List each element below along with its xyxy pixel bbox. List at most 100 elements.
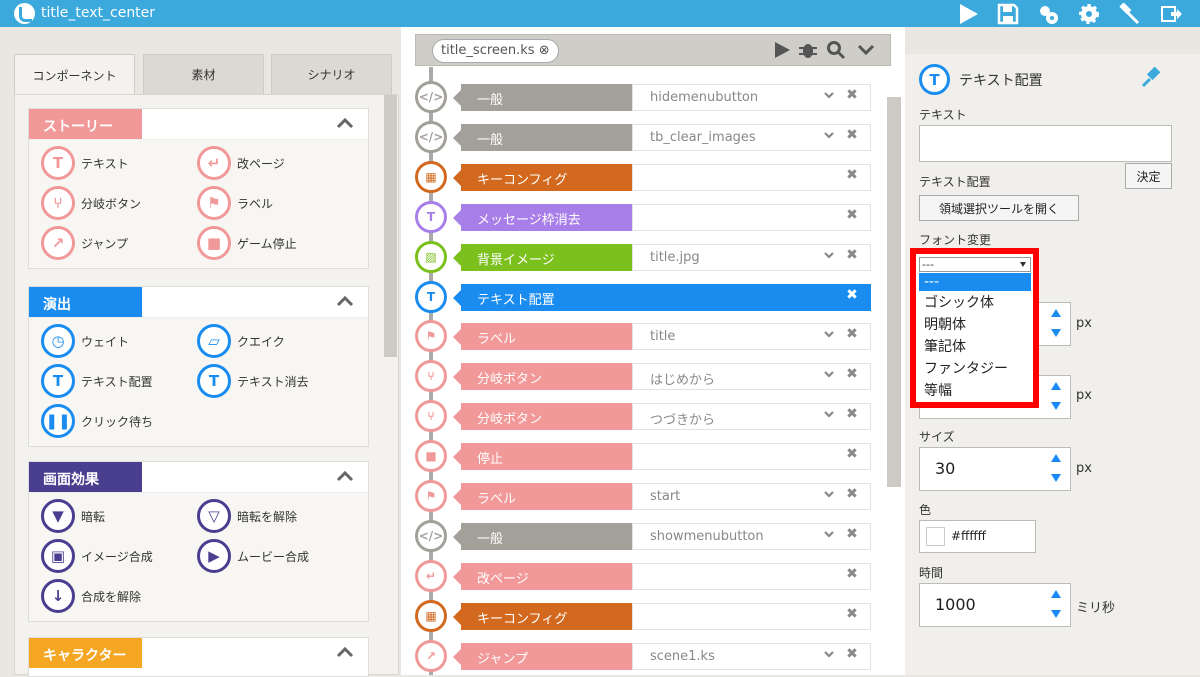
delete-icon[interactable]: ✖ [845, 326, 859, 342]
tag-value[interactable] [632, 283, 871, 311]
delete-icon[interactable]: ✖ [845, 526, 859, 542]
delete-icon[interactable]: ✖ [845, 207, 859, 223]
chevron-down-icon[interactable] [823, 89, 835, 101]
close-tab-icon[interactable]: ⊗ [539, 43, 550, 58]
delete-icon[interactable]: ✖ [845, 486, 859, 502]
delete-icon[interactable]: ✖ [845, 566, 859, 582]
component-composite-clear[interactable]: ↓ 合成を解除 [41, 579, 141, 613]
tag-value[interactable] [632, 562, 871, 590]
scenario-row[interactable]: ⑂ 分岐ボタン はじめから ✖ [415, 360, 871, 393]
tag-label[interactable]: ラベル [453, 323, 632, 351]
tag-label[interactable]: テキスト配置 [453, 283, 632, 311]
font-option[interactable]: --- [919, 273, 1031, 291]
scenario-row[interactable]: T メッセージ枠消去 ✖ [415, 200, 871, 233]
delete-icon[interactable]: ✖ [845, 87, 859, 103]
tag-label[interactable]: 分岐ボタン [453, 363, 632, 391]
delete-icon[interactable]: ✖ [845, 247, 859, 263]
component-text-placement[interactable]: T テキスト配置 [41, 364, 153, 398]
tag-value[interactable]: title [632, 323, 871, 351]
spin-up-icon[interactable] [1050, 307, 1062, 319]
component-quake[interactable]: ▱ クエイク [197, 324, 285, 358]
spin-up-icon[interactable] [1050, 588, 1062, 600]
component-game-stop[interactable]: ■ ゲーム停止 [197, 226, 297, 260]
spin-down-icon[interactable] [1050, 608, 1062, 620]
tag-value[interactable]: つづきから [632, 403, 871, 431]
chevron-up-icon[interactable] [336, 467, 354, 485]
color-swatch[interactable] [926, 527, 945, 546]
chevron-up-icon[interactable] [336, 114, 354, 132]
editor-scrollbar[interactable] [887, 97, 901, 487]
chevron-down-icon[interactable] [823, 648, 835, 660]
tag-label[interactable]: 改ページ [453, 562, 632, 590]
component-click-wait[interactable]: ❚❚ クリック待ち [41, 404, 153, 438]
chevron-up-icon[interactable] [336, 292, 354, 310]
tag-label[interactable]: 停止 [453, 443, 632, 471]
tag-value[interactable]: tb_clear_images [632, 123, 871, 151]
hammer-icon[interactable] [1116, 0, 1142, 27]
tag-value[interactable]: start [632, 483, 871, 510]
scenario-row[interactable]: </> 一般 showmenubutton ✖ [415, 519, 871, 552]
delete-icon[interactable]: ✖ [845, 646, 859, 662]
tag-value[interactable]: scene1.ks [632, 642, 871, 670]
component-wait[interactable]: ◷ ウェイト [41, 324, 129, 358]
chevron-down-icon[interactable] [823, 528, 835, 540]
chevron-down-icon[interactable] [823, 488, 835, 500]
search-icon[interactable] [826, 40, 846, 60]
tag-label[interactable]: 一般 [453, 123, 632, 151]
component-page-break[interactable]: ↵ 改ページ [197, 146, 285, 180]
scenario-row[interactable]: T テキスト配置 ✖ [415, 280, 871, 313]
chevron-down-icon[interactable] [823, 368, 835, 380]
chevron-down-icon[interactable] [823, 328, 835, 340]
scenario-row[interactable]: ↗ ジャンプ scene1.ks ✖ [415, 639, 871, 672]
tag-value[interactable]: showmenubutton [632, 522, 871, 550]
save-icon[interactable] [995, 0, 1021, 27]
tag-label[interactable]: キーコンフィグ [453, 602, 632, 630]
category-story-header[interactable]: ストーリー [29, 109, 368, 139]
delete-icon[interactable]: ✖ [845, 446, 859, 462]
font-select[interactable]: --- [919, 257, 1031, 272]
scenario-row[interactable]: </> 一般 tb_clear_images ✖ [415, 120, 871, 153]
component-text[interactable]: T テキスト [41, 146, 129, 180]
tab-scenario[interactable]: シナリオ [271, 54, 392, 95]
component-fade-in[interactable]: ▽ 暗転を解除 [197, 499, 297, 533]
font-option[interactable]: ファンタジー [919, 357, 1031, 379]
scenario-row[interactable]: ▦ キーコンフィグ ✖ [415, 160, 871, 193]
font-option[interactable]: 筆記体 [919, 335, 1031, 357]
scenario-row[interactable]: ⚑ ラベル title ✖ [415, 320, 871, 353]
scenario-row[interactable]: ⚑ ラベル start ✖ [415, 480, 871, 512]
delete-icon[interactable]: ✖ [845, 167, 859, 183]
chevron-down-icon[interactable] [856, 40, 876, 60]
text-input[interactable] [919, 125, 1172, 162]
tag-label[interactable]: キーコンフィグ [453, 163, 632, 191]
scenario-row[interactable]: ⑂ 分岐ボタン つづきから ✖ [415, 400, 871, 433]
delete-icon[interactable]: ✖ [845, 406, 859, 422]
tag-label[interactable]: メッセージ枠消去 [453, 203, 632, 231]
tag-value[interactable] [632, 203, 871, 231]
component-jump[interactable]: ↗ ジャンプ [41, 226, 128, 260]
plugin-settings-icon[interactable] [1035, 0, 1061, 27]
tag-label[interactable]: ラベル [453, 483, 632, 510]
tag-value[interactable] [632, 163, 871, 191]
play-icon[interactable] [772, 40, 792, 60]
chevron-up-icon[interactable] [336, 643, 354, 661]
tag-label[interactable]: 背景イメージ [453, 243, 632, 271]
bug-icon[interactable] [798, 40, 818, 60]
component-label[interactable]: ⚑ ラベル [197, 186, 273, 220]
left-scrollbar[interactable] [384, 95, 397, 357]
spin-down-icon[interactable] [1050, 472, 1062, 484]
tag-value[interactable] [632, 602, 871, 630]
tag-label[interactable]: 一般 [453, 84, 632, 111]
play-icon[interactable] [955, 0, 981, 27]
chevron-down-icon[interactable] [823, 249, 835, 261]
spin-down-icon[interactable] [1050, 400, 1062, 412]
tag-label[interactable]: 一般 [453, 522, 632, 550]
delete-icon[interactable]: ✖ [845, 366, 859, 382]
category-screen-effect-header[interactable]: 画面効果 [29, 462, 368, 492]
color-input[interactable]: #ffffff [919, 520, 1036, 553]
scenario-row[interactable]: ■ 停止 ✖ [415, 440, 871, 473]
spin-up-icon[interactable] [1050, 452, 1062, 464]
size-input[interactable]: 30 [919, 447, 1071, 491]
category-direction-header[interactable]: 演出 [29, 287, 368, 317]
chevron-down-icon[interactable] [823, 408, 835, 420]
export-icon[interactable] [1158, 0, 1184, 27]
